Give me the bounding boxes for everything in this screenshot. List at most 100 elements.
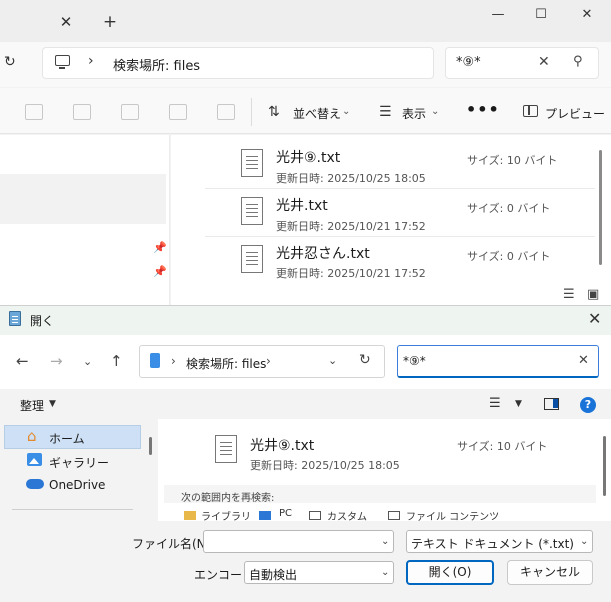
clear-search-icon[interactable]: ✕ <box>578 353 589 368</box>
preview-pane-icon[interactable] <box>544 398 559 410</box>
help-icon[interactable]: ? <box>580 397 596 413</box>
tiles-view-icon[interactable]: ▣ <box>587 287 599 302</box>
search-icon[interactable]: ⚲ <box>573 54 583 69</box>
rename-icon <box>121 104 139 120</box>
nav-scrollbar[interactable] <box>149 437 152 455</box>
custom-icon <box>309 511 321 520</box>
nav-item-gallery[interactable]: ギャラリー <box>49 454 109 471</box>
explorer-nav-selected-item[interactable] <box>0 174 166 224</box>
file-contents-icon <box>388 511 400 520</box>
file-name: 光井忍さん.txt <box>276 246 370 262</box>
clear-search-icon[interactable]: ✕ <box>538 54 550 70</box>
home-icon: ⌂ <box>27 427 37 445</box>
dialog-title-bar <box>0 306 611 335</box>
cancel-button[interactable]: キャンセル <box>507 560 593 585</box>
view-icon[interactable]: ☰ <box>379 104 392 120</box>
file-name[interactable]: 光井⑨.txt <box>250 435 314 455</box>
chevron-right-icon[interactable]: › <box>266 354 271 368</box>
pc-icon <box>55 55 70 69</box>
chevron-down-icon[interactable]: ⌄ <box>381 567 389 578</box>
text-file-icon <box>241 245 263 273</box>
tab-close-icon[interactable]: ✕ <box>56 12 76 32</box>
preview-button[interactable]: プレビュー <box>545 105 605 122</box>
recent-locations-icon[interactable]: ⌄ <box>83 355 92 368</box>
dialog-search-box[interactable] <box>397 345 599 378</box>
explorer-address-path[interactable]: 検索場所: files <box>113 55 200 74</box>
dialog-search-input[interactable]: *⑨* <box>403 354 426 368</box>
sort-button[interactable]: 並べ替え <box>293 105 341 122</box>
file-date: 更新日時: 2025/10/25 18:05 <box>250 459 400 472</box>
window-close-icon[interactable]: ✕ <box>576 4 598 26</box>
file-date: 更新日時: 2025/10/21 17:52 <box>276 267 426 280</box>
nav-divider <box>12 509 133 510</box>
search-location-icon <box>150 353 160 368</box>
more-options-button[interactable]: ••• <box>466 100 500 119</box>
minimize-icon[interactable]: — <box>487 4 509 26</box>
forward-icon[interactable]: → <box>50 352 63 370</box>
file-list-scrollbar[interactable] <box>599 150 602 265</box>
location-file-contents[interactable]: ファイル コンテンツ <box>406 508 499 521</box>
chevron-down-icon[interactable]: ⌄ <box>580 536 588 547</box>
refresh-icon[interactable]: ↻ <box>359 352 371 368</box>
explorer-tab-bar <box>0 0 611 42</box>
gallery-icon <box>27 453 42 466</box>
text-file-icon <box>241 149 263 177</box>
caret-down-icon[interactable]: ▼ <box>515 399 522 409</box>
chevron-right-icon[interactable]: › <box>171 354 176 368</box>
file-name: 光井.txt <box>276 198 328 214</box>
paste-icon <box>73 104 91 120</box>
view-icon[interactable]: ☰ <box>489 396 501 411</box>
file-size: サイズ: 0 バイト <box>467 250 551 263</box>
location-pc[interactable]: PC <box>279 508 292 521</box>
explorer-search-input[interactable]: *⑨* <box>456 55 481 70</box>
refresh-icon[interactable]: ↻ <box>4 54 16 70</box>
encoding-value[interactable]: 自動検出 <box>249 566 297 583</box>
dialog-title: 開く <box>30 314 55 328</box>
file-date: 更新日時: 2025/10/21 17:52 <box>276 220 426 233</box>
filetype-value[interactable]: テキスト ドキュメント (*.txt) <box>411 535 574 552</box>
maximize-icon[interactable]: ☐ <box>530 4 552 26</box>
delete-icon <box>217 104 235 120</box>
nav-item-label[interactable]: ホーム <box>49 430 85 447</box>
file-size: サイズ: 10 バイト <box>457 440 548 453</box>
copy-icon <box>25 104 43 120</box>
text-file-icon <box>241 197 263 225</box>
nav-item-onedrive[interactable]: OneDrive <box>49 478 105 492</box>
file-name: 光井⑨.txt <box>276 150 341 166</box>
chevron-down-icon[interactable]: ⌄ <box>328 354 337 367</box>
chevron-down-icon[interactable]: ⌄ <box>431 106 439 117</box>
text-file-icon <box>215 435 237 463</box>
details-view-icon[interactable]: ☰ <box>563 287 575 302</box>
pc-icon <box>259 511 271 520</box>
pin-icon[interactable]: 📌 <box>153 241 167 254</box>
dialog-address-path[interactable]: 検索場所: files <box>186 355 266 372</box>
view-button[interactable]: 表示 <box>402 105 426 122</box>
open-button[interactable]: 開く(O) <box>406 560 494 585</box>
share-icon <box>169 104 187 120</box>
onedrive-icon <box>26 479 44 489</box>
pin-icon[interactable]: 📌 <box>153 265 167 278</box>
sort-icon[interactable]: ⇅ <box>268 104 280 120</box>
file-date: 更新日時: 2025/10/25 18:05 <box>276 172 426 185</box>
explorer-address-box[interactable] <box>42 47 434 79</box>
library-icon <box>184 511 196 520</box>
chevron-down-icon[interactable]: ⌄ <box>342 106 350 117</box>
notepad-icon <box>9 311 21 326</box>
organize-button[interactable]: 整理 <box>20 397 44 414</box>
location-library[interactable]: ライブラリ <box>201 508 251 521</box>
file-size: サイズ: 0 バイト <box>467 202 551 215</box>
filename-input[interactable] <box>203 530 394 553</box>
new-tab-icon[interactable]: + <box>100 12 120 32</box>
file-size: サイズ: 10 バイト <box>467 154 558 167</box>
toolbar-divider <box>251 98 252 126</box>
chevron-right-icon[interactable]: › <box>88 53 94 69</box>
search-again-label: 次の範囲内を再検索: <box>181 493 275 504</box>
file-list-scrollbar[interactable] <box>603 436 606 496</box>
up-icon[interactable]: ↑ <box>110 352 123 370</box>
caret-down-icon[interactable]: ▼ <box>49 399 56 409</box>
dialog-close-icon[interactable]: ✕ <box>588 309 601 328</box>
back-icon[interactable]: ← <box>16 352 29 370</box>
chevron-down-icon[interactable]: ⌄ <box>381 536 389 547</box>
location-custom[interactable]: カスタム <box>327 508 367 521</box>
preview-pane-icon[interactable] <box>523 105 538 117</box>
